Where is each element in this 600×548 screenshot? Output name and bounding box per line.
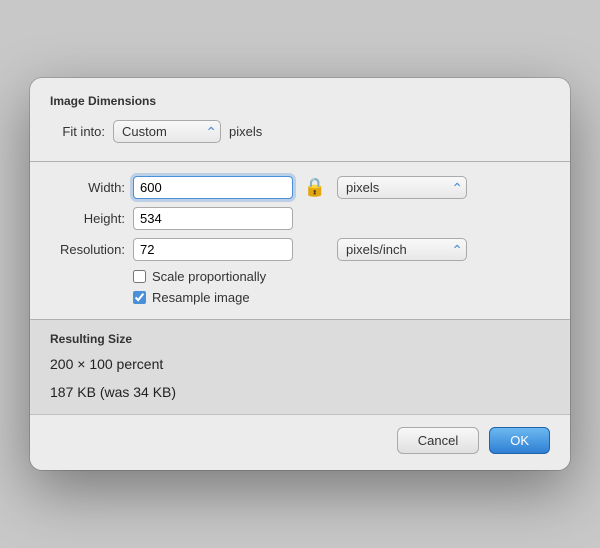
fit-into-select[interactable]: Custom Original Size Screen 640×480 800×… [113,120,221,143]
fit-into-select-wrapper: Custom Original Size Screen 640×480 800×… [113,120,221,143]
ok-button[interactable]: OK [489,427,550,454]
resulting-dimensions-text: 200 × 100 percent [50,356,550,372]
lock-wrapper: 🔒 [301,177,329,198]
resolution-unit-wrapper: pixels/inch pixels/cm ⌃ [337,238,467,261]
image-dimensions-dialog: Image Dimensions Fit into: Custom Origin… [30,78,570,470]
resample-image-label: Resample image [152,290,250,305]
checkboxes-group: Scale proportionally Resample image [133,269,550,305]
width-input[interactable] [133,176,293,199]
resolution-row: Resolution: pixels/inch pixels/cm ⌃ [50,238,550,261]
height-label: Height: [50,211,125,226]
image-dimensions-section: Image Dimensions Fit into: Custom Origin… [30,78,570,161]
fit-into-pixels-label: pixels [229,124,262,139]
fit-into-row: Fit into: Custom Original Size Screen 64… [50,120,550,143]
resulting-file-size-text: 187 KB (was 34 KB) [50,384,550,400]
height-row: Height: [50,207,550,230]
resolution-unit-select[interactable]: pixels/inch pixels/cm [337,238,467,261]
fit-into-label: Fit into: [50,124,105,139]
dimension-unit-select[interactable]: pixels percent inches cm mm [337,176,467,199]
scale-proportionally-row: Scale proportionally [133,269,550,284]
resample-image-row: Resample image [133,290,550,305]
width-row: Width: 🔒 pixels percent inches cm mm ⌃ [50,176,550,199]
buttons-row: Cancel OK [30,414,570,470]
resample-image-checkbox[interactable] [133,291,146,304]
dimension-unit-wrapper: pixels percent inches cm mm ⌃ [337,176,467,199]
resolution-input[interactable] [133,238,293,261]
resulting-size-section: Resulting Size 200 × 100 percent 187 KB … [30,319,570,414]
cancel-button[interactable]: Cancel [397,427,479,454]
lock-icon: 🔒 [304,177,326,198]
resulting-size-title: Resulting Size [50,332,550,346]
scale-proportionally-checkbox[interactable] [133,270,146,283]
height-input[interactable] [133,207,293,230]
scale-proportionally-label: Scale proportionally [152,269,266,284]
fields-section: Width: 🔒 pixels percent inches cm mm ⌃ H… [30,162,570,319]
resolution-label: Resolution: [50,242,125,257]
section-title: Image Dimensions [50,94,550,108]
width-label: Width: [50,180,125,195]
